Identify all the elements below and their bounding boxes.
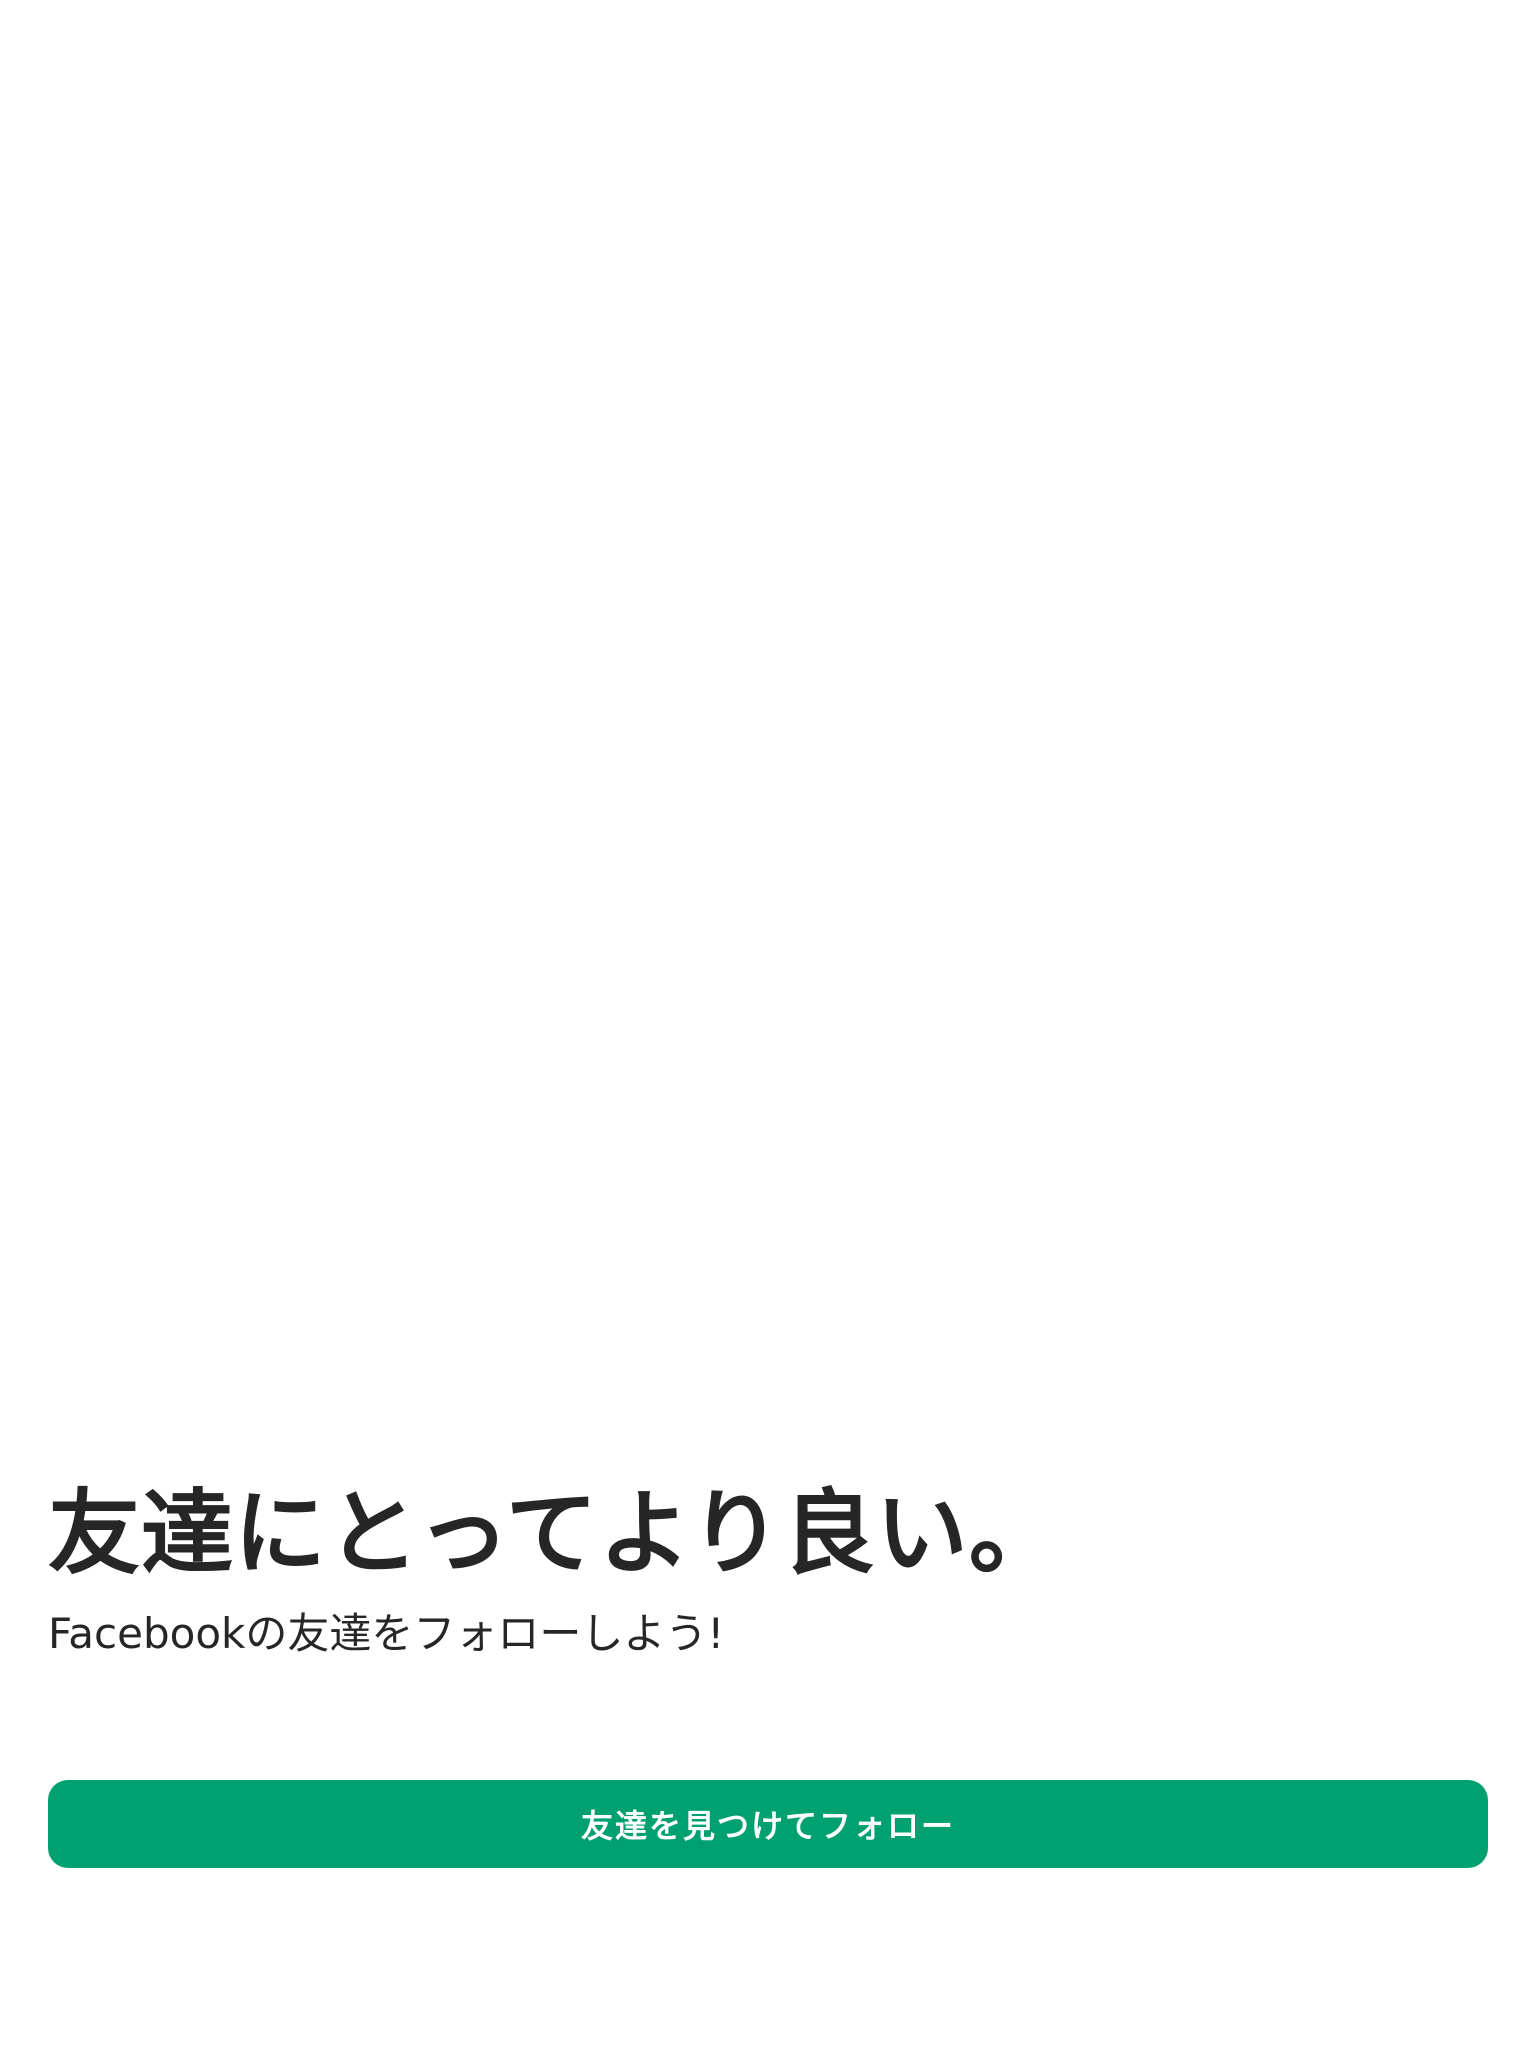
onboarding-screen: 友達にとってより良い。 Facebookの友達をフォローしよう! 友達を見つけて…	[0, 0, 1536, 2048]
find-and-follow-friends-button[interactable]: 友達を見つけてフォロー	[48, 1780, 1488, 1868]
onboarding-subtitle: Facebookの友達をフォローしよう!	[48, 1609, 725, 1658]
onboarding-headline: 友達にとってより良い。	[48, 1480, 1062, 1587]
